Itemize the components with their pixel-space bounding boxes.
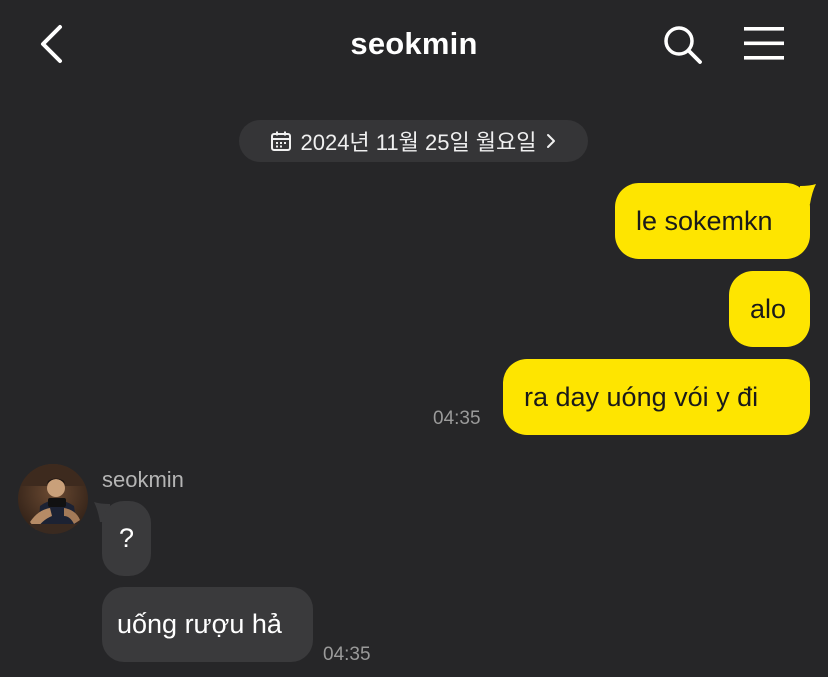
received-message[interactable]: ?: [102, 501, 151, 576]
message-text: uống rượu hả: [117, 609, 282, 639]
date-divider-text: 2024년 11월 25일 월요일: [300, 130, 537, 155]
calendar-icon: [271, 131, 292, 151]
sent-message[interactable]: alo: [729, 271, 810, 347]
message-timestamp: 04:35: [323, 644, 371, 665]
hamburger-menu-icon: [744, 27, 784, 60]
message-text: le sokemkn: [636, 205, 773, 236]
avatar[interactable]: [18, 464, 88, 534]
message-text: alo: [750, 293, 787, 324]
date-divider[interactable]: 2024년 11월 25일 월요일: [239, 120, 588, 162]
message-timestamp: 04:35: [433, 408, 481, 429]
message-text: ?: [118, 523, 135, 553]
bubble-tail: [800, 184, 816, 204]
received-message[interactable]: uống rượu hả: [102, 587, 313, 662]
chevron-right-icon: [546, 134, 555, 148]
search-button[interactable]: [660, 22, 706, 68]
message-text: ra day uóng vói y đi: [524, 381, 759, 412]
profile-photo: [18, 464, 88, 534]
search-icon: [664, 26, 702, 64]
chat-header: seokmin: [0, 0, 828, 90]
sent-message[interactable]: le sokemkn: [615, 183, 810, 259]
menu-button[interactable]: [738, 22, 790, 66]
sender-name: seokmin: [102, 467, 184, 492]
sent-message[interactable]: ra day uóng vói y đi: [503, 359, 810, 435]
